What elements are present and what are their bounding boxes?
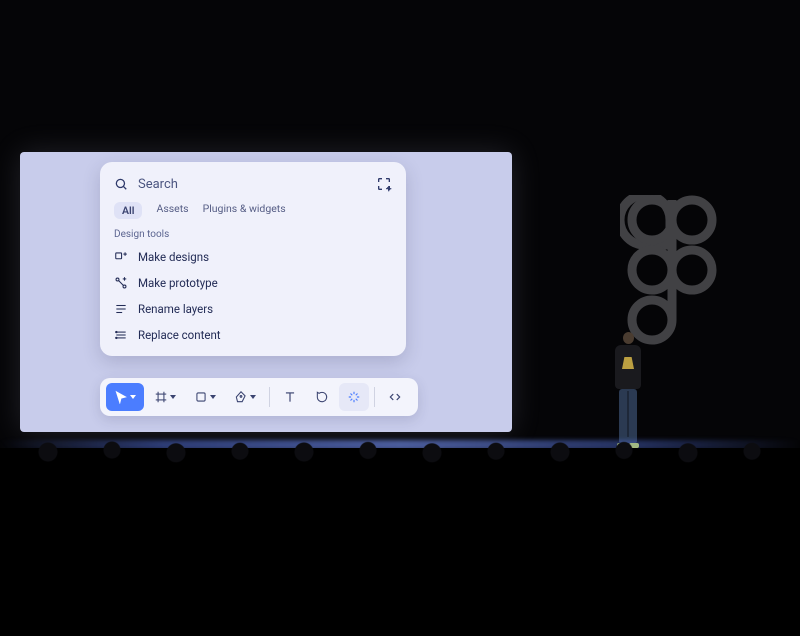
command-label: Make prototype: [138, 276, 218, 290]
move-tool[interactable]: [106, 383, 144, 411]
replace-content-icon: [114, 328, 128, 342]
pen-tool[interactable]: [226, 383, 264, 411]
rename-layers-icon: [114, 302, 128, 316]
comment-tool[interactable]: [307, 383, 337, 411]
frame-tool[interactable]: [146, 383, 184, 411]
tab-all[interactable]: All: [114, 202, 142, 219]
command-palette: Search All Assets Plugins & widgets Desi…: [100, 162, 406, 356]
figma-logo: [620, 195, 720, 345]
search-input[interactable]: Search: [138, 177, 366, 192]
command-rename-layers[interactable]: Rename layers: [100, 296, 406, 322]
chevron-down-icon: [170, 395, 176, 399]
section-label: Design tools: [100, 225, 406, 244]
search-icon: [114, 177, 128, 191]
shape-tool[interactable]: [186, 383, 224, 411]
search-row[interactable]: Search: [100, 172, 406, 200]
palette-tabs: All Assets Plugins & widgets: [100, 200, 406, 225]
command-label: Replace content: [138, 328, 221, 342]
make-prototype-icon: [114, 276, 128, 290]
command-make-prototype[interactable]: Make prototype: [100, 270, 406, 296]
toolbar-separator: [374, 387, 375, 407]
command-label: Rename layers: [138, 302, 213, 316]
command-replace-content[interactable]: Replace content: [100, 322, 406, 348]
actions-tool[interactable]: [339, 383, 369, 411]
chevron-down-icon: [210, 395, 216, 399]
make-designs-icon: [114, 250, 128, 264]
text-tool[interactable]: [275, 383, 305, 411]
dev-mode-tool[interactable]: [380, 383, 410, 411]
expand-icon[interactable]: [376, 176, 392, 192]
tab-plugins-widgets[interactable]: Plugins & widgets: [203, 202, 286, 219]
chevron-down-icon: [130, 395, 136, 399]
command-label: Make designs: [138, 250, 209, 264]
audience-silhouette: [0, 448, 800, 636]
toolbar-separator: [269, 387, 270, 407]
design-toolbar: [100, 378, 418, 416]
chevron-down-icon: [250, 395, 256, 399]
presentation-screen: Search All Assets Plugins & widgets Desi…: [20, 152, 512, 432]
command-make-designs[interactable]: Make designs: [100, 244, 406, 270]
tab-assets[interactable]: Assets: [156, 202, 188, 219]
